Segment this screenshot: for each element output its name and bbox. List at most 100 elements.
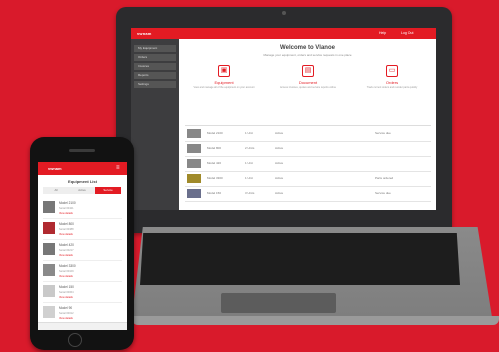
sidebar-item-settings[interactable]: Settings	[134, 81, 176, 88]
sidebar-item-reports[interactable]: Reports	[134, 72, 176, 79]
item-link[interactable]: View details	[59, 317, 73, 320]
sidebar-item-invoices[interactable]: Invoices	[134, 63, 176, 70]
item-title: Model 90	[59, 306, 73, 310]
row-name: Model 800	[207, 146, 222, 150]
logout-link[interactable]: Log Out	[401, 31, 413, 35]
equipment-thumbnail	[187, 189, 201, 198]
item-subtitle: Serial 00217	[59, 249, 74, 252]
list-item[interactable]: Model 150 Serial 00064 View details	[43, 282, 122, 303]
phone-home-button[interactable]	[68, 333, 82, 347]
row-qty: 3 Units	[245, 191, 255, 195]
item-title: Model 420	[59, 243, 74, 247]
feature-orders[interactable]: ▭ Orders Track current orders and reorde…	[357, 65, 427, 89]
item-subtitle: Serial 00012	[59, 312, 74, 315]
row-qty: 1 Unit	[245, 131, 253, 135]
equipment-thumbnail	[187, 159, 201, 168]
row-name: Model 2100	[207, 131, 223, 135]
row-qty: 1 Unit	[245, 176, 253, 180]
laptop-keyboard	[140, 233, 460, 285]
phone-bottom-bar	[38, 322, 127, 330]
item-title: Model 800	[59, 222, 74, 226]
feature-document[interactable]: ▤ Document Access invoices, quotes and s…	[273, 65, 343, 89]
equipment-thumbnail	[187, 129, 201, 138]
laptop-main-content: Welcome to Vlanoe Manage your equipment,…	[179, 39, 436, 210]
laptop-app-header: vwnam Help Log Out	[131, 28, 436, 39]
tab-active[interactable]: Active	[69, 187, 95, 194]
item-link[interactable]: View details	[59, 254, 73, 257]
hamburger-menu-icon[interactable]: ≡	[116, 165, 120, 171]
list-item[interactable]: Model 3300 Serial 00109 View details	[43, 261, 122, 282]
phone-page-heading: Equipment List	[68, 179, 97, 184]
tab-all[interactable]: All	[43, 187, 69, 194]
equipment-thumbnail	[43, 264, 55, 276]
feature-equipment[interactable]: ▣ Equipment View and manage all of the e…	[189, 65, 259, 89]
row-qty: 2 Units	[245, 146, 255, 150]
equipment-thumbnail	[43, 285, 55, 297]
list-item[interactable]: Model 800 Serial 00388 View details	[43, 219, 122, 240]
equipment-thumbnail	[43, 243, 55, 255]
item-title: Model 150	[59, 285, 74, 289]
feature-label: Document	[298, 80, 318, 85]
table-row[interactable]: Model 2100 1 Unit Active Service due	[185, 127, 431, 142]
sidebar-item-equipment[interactable]: My Equipment	[134, 45, 176, 52]
laptop-app-logo[interactable]: vwnam	[137, 31, 152, 36]
table-row[interactable]: Model 800 2 Units Active	[185, 142, 431, 157]
phone-screen: vwnam ≡ Equipment List All Active Servic…	[38, 162, 127, 330]
row-qty: 1 Unit	[245, 161, 253, 165]
equipment-thumbnail	[187, 144, 201, 153]
box-icon: ▣	[218, 65, 230, 77]
equipment-thumbnail	[43, 306, 55, 318]
feature-description: View and manage all of the equipment on …	[193, 86, 255, 89]
help-link[interactable]: Help	[379, 31, 386, 35]
item-link[interactable]: View details	[59, 233, 73, 236]
feature-label: Equipment	[214, 80, 234, 85]
welcome-subtitle: Manage your equipment, orders and servic…	[263, 53, 352, 57]
equipment-table-header	[185, 121, 431, 126]
table-row[interactable]: Model 150 3 Units Active Service due	[185, 187, 431, 202]
item-subtitle: Serial 00421	[59, 207, 74, 210]
row-status: Active	[275, 131, 284, 135]
row-name: Model 420	[207, 161, 222, 165]
item-subtitle: Serial 00109	[59, 270, 74, 273]
laptop-screen: vwnam Help Log Out My Equipment Orders I…	[131, 28, 436, 210]
item-link[interactable]: View details	[59, 212, 73, 215]
row-status: Active	[275, 176, 284, 180]
list-item[interactable]: Model 90 Serial 00012 View details	[43, 303, 122, 324]
cart-icon: ▭	[386, 65, 398, 77]
table-row[interactable]: Model 420 1 Unit Active	[185, 157, 431, 172]
feature-label: Orders	[385, 80, 399, 85]
item-link[interactable]: View details	[59, 275, 73, 278]
equipment-thumbnail	[187, 174, 201, 183]
row-name: Model 150	[207, 191, 222, 195]
table-row[interactable]: Model 3300 1 Unit Active Parts ordered	[185, 172, 431, 187]
row-status: Active	[275, 191, 284, 195]
row-note: Parts ordered	[375, 176, 394, 180]
list-item[interactable]: Model 420 Serial 00217 View details	[43, 240, 122, 261]
phone-filter-tabs: All Active Service	[43, 187, 122, 194]
phone-speaker	[69, 149, 95, 152]
item-title: Model 2100	[59, 201, 76, 205]
equipment-thumbnail	[43, 222, 55, 234]
item-link[interactable]: View details	[59, 296, 73, 299]
phone-app-header: vwnam ≡	[38, 162, 127, 175]
laptop-camera	[282, 11, 286, 15]
row-note: Service due	[375, 191, 391, 195]
feature-description: Track current orders and reorder parts q…	[366, 86, 418, 89]
row-status: Active	[275, 146, 284, 150]
row-name: Model 3300	[207, 176, 223, 180]
item-title: Model 3300	[59, 264, 76, 268]
tab-service[interactable]: Service	[95, 187, 121, 194]
row-status: Active	[275, 161, 284, 165]
document-icon: ▤	[302, 65, 314, 77]
welcome-title: Welcome to Vlanoe	[280, 45, 335, 51]
feature-description: Access invoices, quotes and service repo…	[279, 86, 336, 89]
row-note: Service due	[375, 131, 391, 135]
item-subtitle: Serial 00388	[59, 228, 74, 231]
phone-app-logo[interactable]: vwnam	[48, 166, 62, 171]
item-subtitle: Serial 00064	[59, 291, 74, 294]
sidebar-item-orders[interactable]: Orders	[134, 54, 176, 61]
equipment-thumbnail	[43, 201, 55, 213]
laptop-sidebar: My Equipment Orders Invoices Reports Set…	[131, 39, 179, 210]
laptop-trackpad	[221, 293, 336, 313]
list-item[interactable]: Model 2100 Serial 00421 View details	[43, 198, 122, 219]
